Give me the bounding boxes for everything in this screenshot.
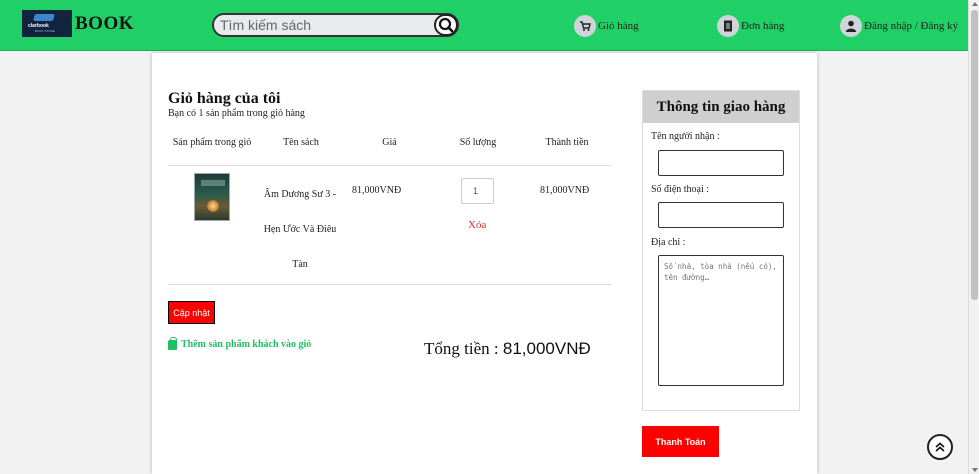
phone-label: Số điện thoại :	[651, 184, 710, 195]
nav-cart[interactable]: Giỏ hàng	[574, 14, 639, 38]
remove-item-button[interactable]: Xóa	[468, 219, 486, 231]
nav-login-label: Đăng nhập / Đăng ký	[864, 20, 959, 32]
book-cover-image[interactable]	[194, 173, 230, 221]
address-label: Địa chỉ :	[651, 237, 686, 248]
receipt-icon	[717, 15, 739, 37]
search-bar	[212, 13, 459, 37]
delivery-info-panel: Thông tin giao hàng Tên người nhận : Số …	[642, 90, 800, 411]
checkout-button[interactable]: Thanh Toán	[642, 426, 719, 457]
search-icon	[438, 17, 454, 33]
nav-orders-label: Đơn hàng	[741, 20, 785, 32]
recipient-label: Tên người nhận :	[651, 131, 720, 142]
column-header-product: Sản phẩm trong giỏ	[172, 137, 252, 148]
column-header-price: Giá	[382, 137, 397, 148]
back-to-top-button[interactable]	[927, 434, 953, 460]
site-logo[interactable]: clarbook BOOK STORE	[22, 10, 72, 37]
update-cart-button[interactable]: Cập nhật	[168, 301, 215, 324]
table-divider	[168, 284, 611, 285]
brand-name[interactable]: BOOK	[75, 13, 134, 35]
column-header-title: Tên sách	[283, 137, 319, 148]
cart-title: Giỏ hàng của tôi	[168, 90, 281, 107]
logo-book-icon	[33, 14, 55, 21]
add-guest-items-link[interactable]: Thêm sản phẩm khách vào giỏ	[168, 336, 312, 350]
nav-login[interactable]: Đăng nhập / Đăng ký	[840, 14, 958, 38]
phone-field[interactable]	[658, 202, 784, 228]
scroll-down-arrow-icon[interactable]	[972, 468, 978, 472]
double-chevron-up-icon	[935, 442, 945, 452]
table-divider	[168, 165, 611, 166]
cart-icon	[574, 15, 596, 37]
search-input[interactable]	[220, 17, 430, 33]
delivery-info-title: Thông tin giao hàng	[643, 91, 799, 123]
shopping-bag-icon	[168, 336, 177, 350]
page-scrollbar[interactable]	[968, 0, 979, 474]
scroll-up-arrow-icon[interactable]	[972, 2, 978, 6]
total-value: 81,000VNĐ	[502, 339, 591, 358]
cart-item-price: 81,000VNĐ	[352, 185, 402, 196]
column-header-line-total: Thành tiền	[545, 137, 589, 148]
top-header: clarbook BOOK STORE BOOK Giỏ hàng	[0, 0, 968, 51]
quantity-input[interactable]	[461, 178, 494, 204]
cart-item-count: Bạn có 1 sản phẩm trong giỏ hàng	[168, 108, 305, 119]
add-guest-items-label: Thêm sản phẩm khách vào giỏ	[181, 339, 312, 350]
nav-orders[interactable]: Đơn hàng	[717, 14, 784, 38]
recipient-name-field[interactable]	[658, 150, 784, 176]
scroll-thumb[interactable]	[971, 10, 978, 300]
cart-item-name[interactable]: Âm Dương Sư 3 - Hẹn Ước Và Điêu Tàn	[258, 177, 342, 282]
search-button[interactable]	[434, 14, 458, 36]
nav-cart-label: Giỏ hàng	[598, 20, 639, 32]
column-header-quantity: Số lượng	[459, 137, 497, 148]
logo-subtext: BOOK STORE	[35, 29, 55, 33]
cart-item-line-total: 81,000VNĐ	[540, 185, 590, 196]
cart-card: Giỏ hàng của tôi Bạn có 1 sản phẩm trong…	[152, 53, 817, 474]
address-field[interactable]	[658, 255, 784, 386]
total-label: Tổng tiền :	[424, 339, 503, 358]
user-icon	[840, 15, 862, 37]
cart-total: Tổng tiền : 81,000VNĐ	[424, 339, 591, 359]
